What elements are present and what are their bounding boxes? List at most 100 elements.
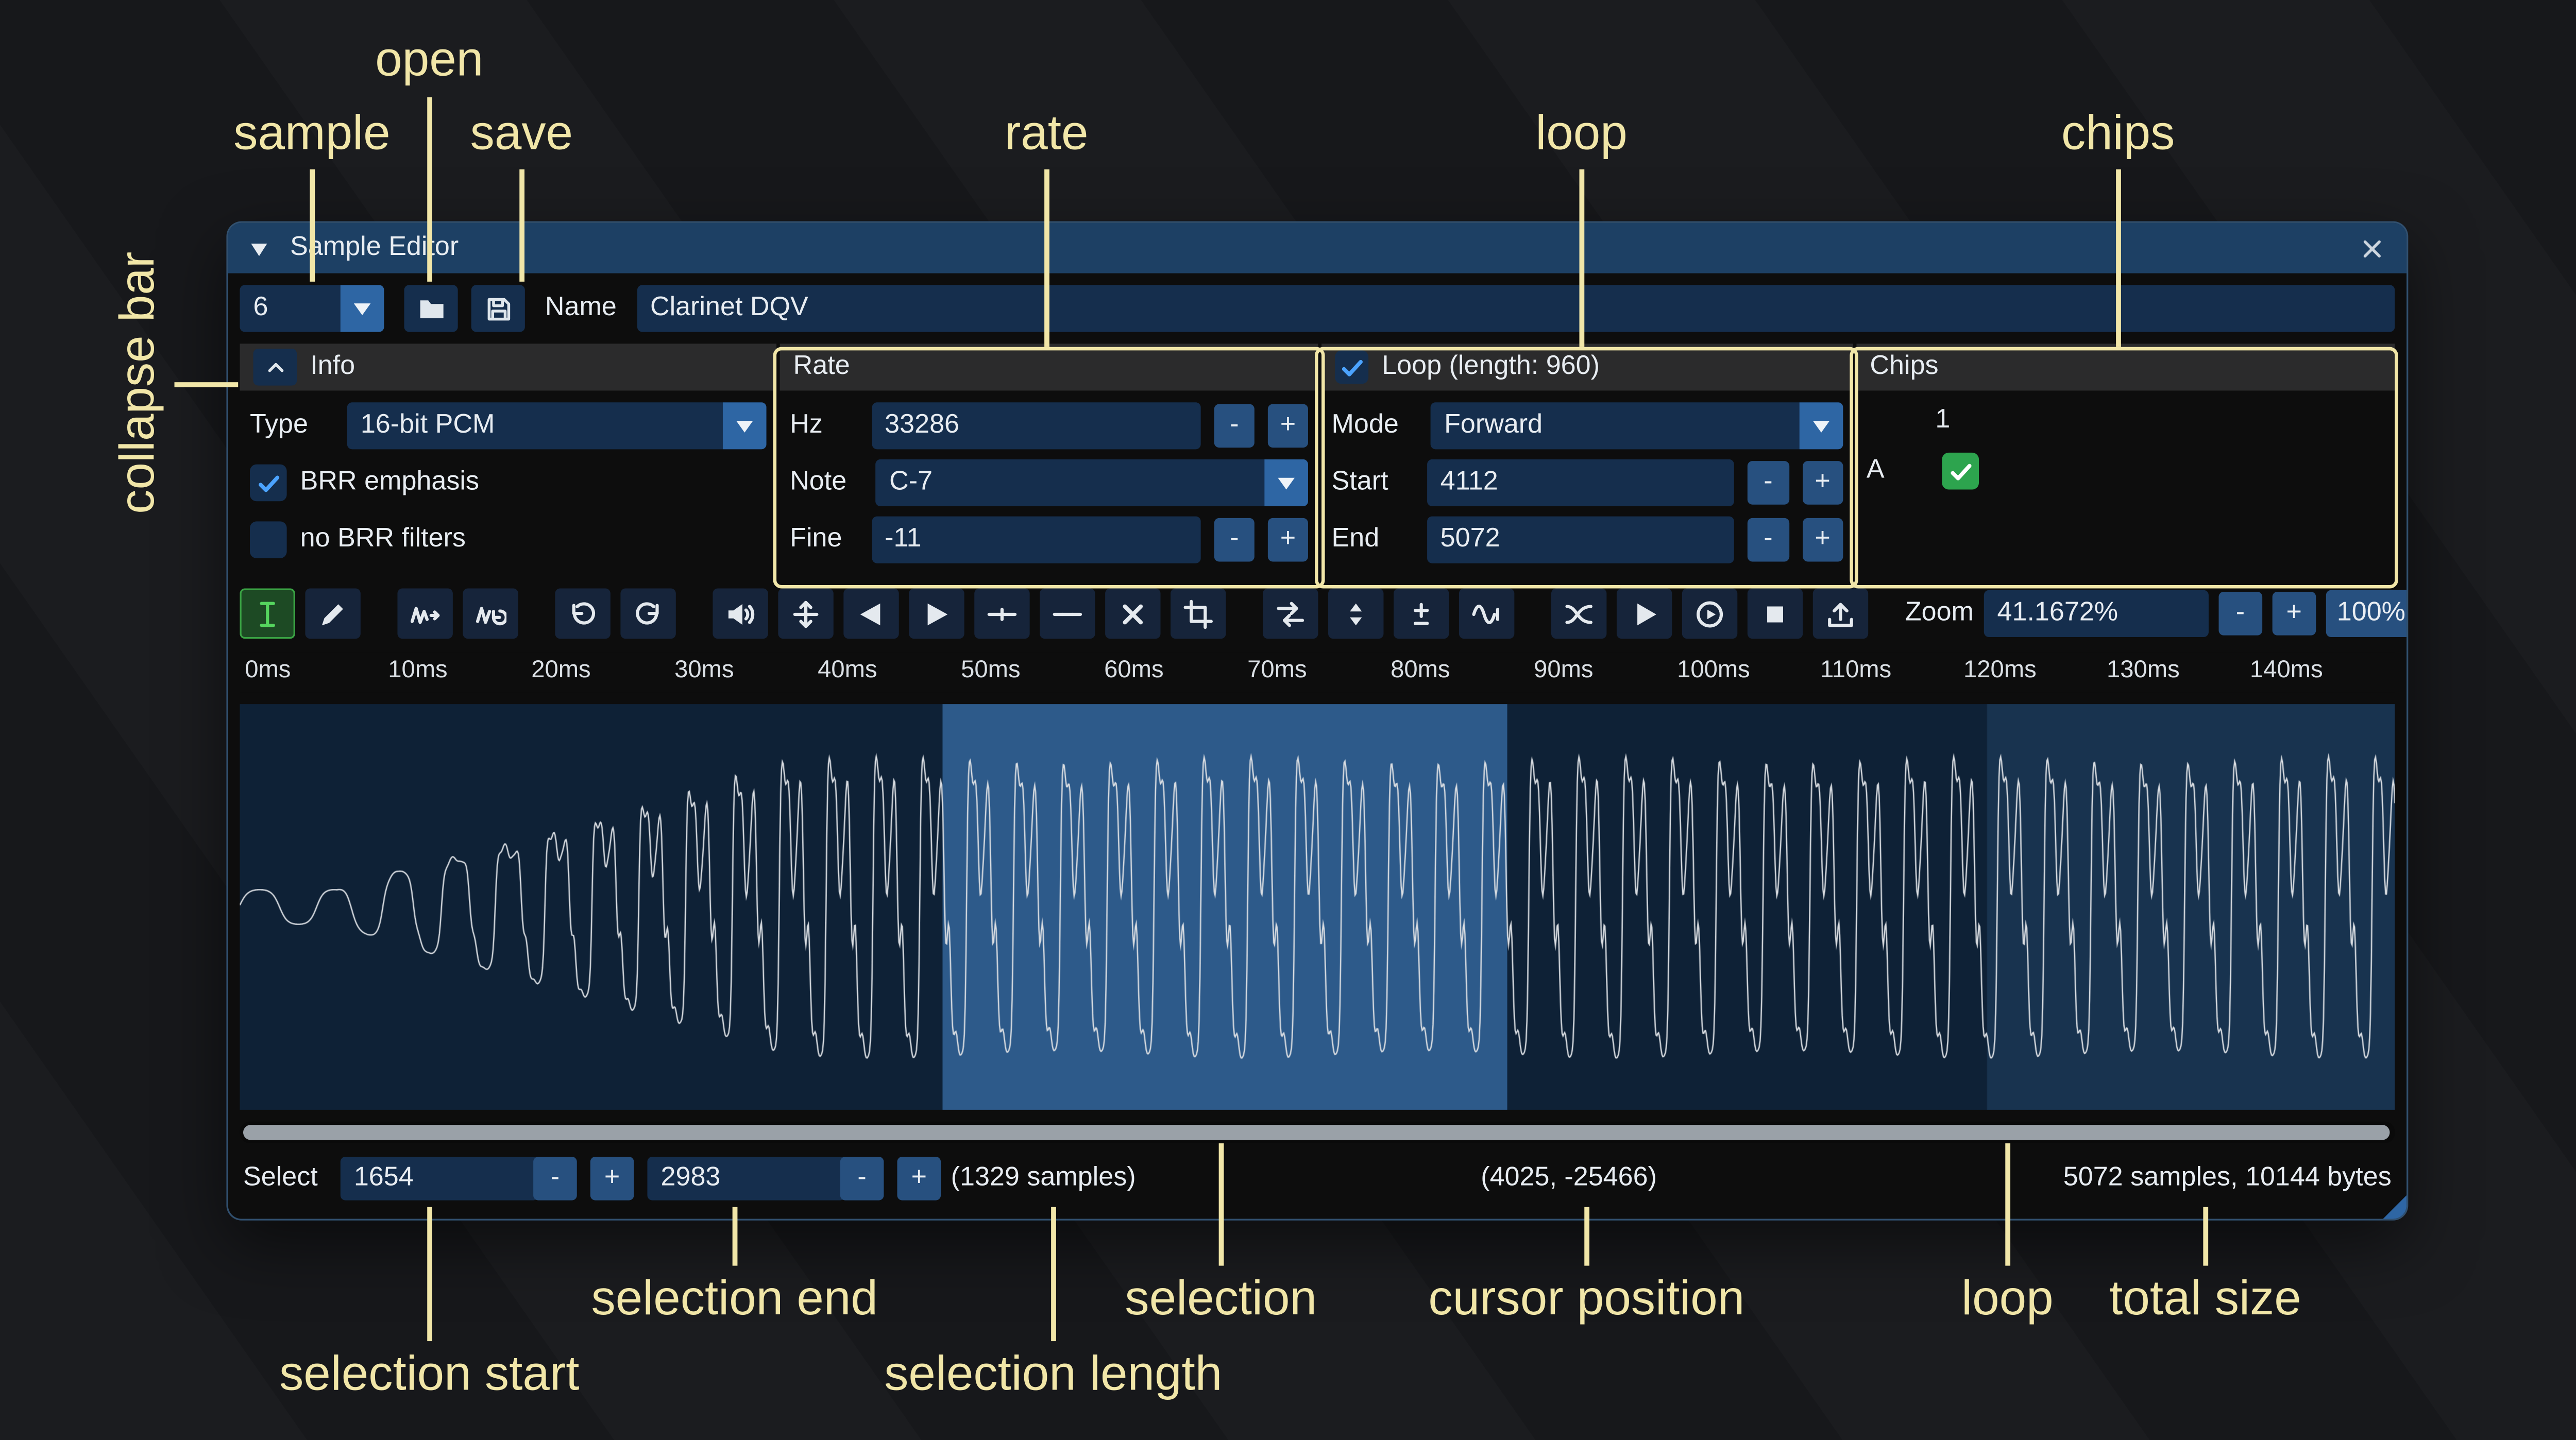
- selection-start-annotation-line: [427, 1207, 431, 1341]
- close-icon: [2357, 234, 2385, 262]
- sample-toolbar: Zoom 41.1672% - + 100%: [240, 587, 2395, 640]
- loop-start-input[interactable]: 4112: [1427, 459, 1735, 506]
- brr-emphasis-label: BRR emphasis: [300, 468, 479, 498]
- undo-button[interactable]: [555, 589, 610, 639]
- note-caret[interactable]: [1264, 459, 1308, 506]
- open-sample-button[interactable]: [404, 285, 457, 332]
- annotation-selection-length: selection length: [884, 1348, 1222, 1403]
- brr-emphasis-checkbox[interactable]: [250, 465, 287, 502]
- loop-end-input[interactable]: 5072: [1427, 517, 1735, 563]
- hz-plus-button[interactable]: +: [1268, 404, 1308, 448]
- name-label: Name: [545, 294, 617, 324]
- zoom-plus-button[interactable]: +: [2272, 592, 2316, 636]
- window-titlebar[interactable]: Sample Editor: [228, 223, 2406, 273]
- fade-out-button[interactable]: [909, 589, 964, 639]
- insert-silence-icon: [986, 597, 1018, 629]
- no-brr-filters-checkbox[interactable]: [250, 521, 287, 558]
- chip-enable-checkbox[interactable]: [1942, 453, 1979, 490]
- type-caret[interactable]: [723, 402, 767, 449]
- invert-icon: [1340, 597, 1372, 629]
- toolbar-group: [713, 589, 1226, 639]
- annotation-save: save: [470, 107, 573, 162]
- sample-name-input[interactable]: Clarinet DQV: [637, 285, 2395, 332]
- stop-button[interactable]: [1748, 589, 1803, 639]
- window-collapse-button[interactable]: [245, 234, 273, 262]
- selection-length-text: (1329 samples): [951, 1163, 1136, 1194]
- note-value: C-7: [876, 468, 1264, 498]
- resample-button[interactable]: [463, 589, 518, 639]
- hz-minus-button[interactable]: -: [1214, 404, 1255, 448]
- info-section: Info Type 16-bit PCM BRR emphasis: [240, 344, 776, 575]
- reverse-button[interactable]: [1263, 589, 1318, 639]
- fine-minus-button[interactable]: -: [1214, 518, 1255, 562]
- selection-end-plus-button[interactable]: +: [897, 1157, 941, 1201]
- crossfade-button[interactable]: [1551, 589, 1606, 639]
- delete-button[interactable]: [1105, 589, 1160, 639]
- selection-start-input[interactable]: 1654: [341, 1157, 538, 1201]
- save-sample-button[interactable]: [471, 285, 525, 332]
- fine-input[interactable]: -11: [871, 517, 1201, 563]
- loop-end-minus-button[interactable]: -: [1748, 518, 1789, 562]
- trim-button[interactable]: [1171, 589, 1226, 639]
- sample-editor-window: Sample Editor 6 Name Clarinet DQV: [228, 223, 2406, 1219]
- timeline-label: 40ms: [818, 657, 877, 684]
- loop-start-plus-button[interactable]: +: [1802, 461, 1843, 505]
- zoom-reset-button[interactable]: 100%: [2326, 590, 2407, 637]
- rate-section: Rate Hz 33286 - + Note C-7: [780, 344, 1318, 575]
- sample-slot-caret[interactable]: [341, 285, 384, 332]
- sample-slot-combo[interactable]: 6: [240, 285, 384, 332]
- resize-button[interactable]: [397, 589, 452, 639]
- zoom-input[interactable]: 41.1672%: [1984, 590, 2208, 637]
- collapse-bar-button[interactable]: [253, 349, 297, 386]
- waveform-canvas[interactable]: [240, 704, 2395, 1110]
- info-header: Info: [240, 344, 776, 390]
- check-icon: [1337, 353, 1366, 381]
- play-circle-button[interactable]: [1682, 589, 1737, 639]
- selection-start-minus-button[interactable]: -: [533, 1157, 577, 1201]
- annotation-selection: selection: [1125, 1273, 1317, 1328]
- invert-button[interactable]: [1328, 589, 1383, 639]
- fine-plus-button[interactable]: +: [1268, 518, 1308, 562]
- hz-input[interactable]: 33286: [871, 402, 1201, 449]
- window-close-button[interactable]: [2353, 230, 2390, 267]
- chevron-down-icon: [736, 420, 753, 432]
- filter-button[interactable]: [1459, 589, 1514, 639]
- flip-sign-button[interactable]: [1394, 589, 1449, 639]
- selection-end-input[interactable]: 2983: [647, 1157, 845, 1201]
- top-row: 6 Name Clarinet DQV: [240, 285, 2395, 332]
- timeline-label: 50ms: [961, 657, 1020, 684]
- scrollbar-thumb[interactable]: [243, 1125, 2390, 1140]
- timeline-label: 90ms: [1534, 657, 1593, 684]
- annotation-collapse-bar: collapse bar: [111, 262, 166, 513]
- insert-silence-button[interactable]: [974, 589, 1029, 639]
- loop-mode-caret[interactable]: [1800, 402, 1843, 449]
- normalize-button[interactable]: [778, 589, 833, 639]
- zoom-minus-button[interactable]: -: [2218, 592, 2262, 636]
- fade-in-button[interactable]: [843, 589, 899, 639]
- window-resize-grip[interactable]: [2383, 1195, 2406, 1219]
- delete-icon: [1117, 597, 1149, 629]
- export-button[interactable]: [1813, 589, 1868, 639]
- amplify-button[interactable]: [713, 589, 768, 639]
- type-combo[interactable]: 16-bit PCM: [347, 402, 767, 449]
- draw-button[interactable]: [305, 589, 360, 639]
- timeline-ruler: 0ms10ms20ms30ms40ms50ms60ms70ms80ms90ms1…: [240, 652, 2395, 692]
- loop-end-plus-button[interactable]: +: [1802, 518, 1843, 562]
- redo-button[interactable]: [620, 589, 675, 639]
- selection-end-minus-button[interactable]: -: [840, 1157, 884, 1201]
- loop-mode-combo[interactable]: Forward: [1431, 402, 1843, 449]
- annotation-chips: chips: [2061, 107, 2175, 162]
- select-button[interactable]: [240, 589, 295, 639]
- waveform-scrollbar[interactable]: [240, 1122, 2395, 1143]
- loop-start-minus-button[interactable]: -: [1748, 461, 1789, 505]
- apply-silence-button[interactable]: [1040, 589, 1095, 639]
- annotation-cursor-position: cursor position: [1428, 1273, 1744, 1328]
- play-button[interactable]: [1617, 589, 1672, 639]
- selection-start-plus-button[interactable]: +: [590, 1157, 634, 1201]
- loop-enable-checkbox[interactable]: [1335, 350, 1368, 384]
- chips-section: Chips 1 A: [1856, 344, 2395, 575]
- normalize-icon: [790, 597, 822, 629]
- check-icon: [254, 469, 282, 497]
- note-combo[interactable]: C-7: [876, 459, 1308, 506]
- select-label: Select: [243, 1163, 318, 1194]
